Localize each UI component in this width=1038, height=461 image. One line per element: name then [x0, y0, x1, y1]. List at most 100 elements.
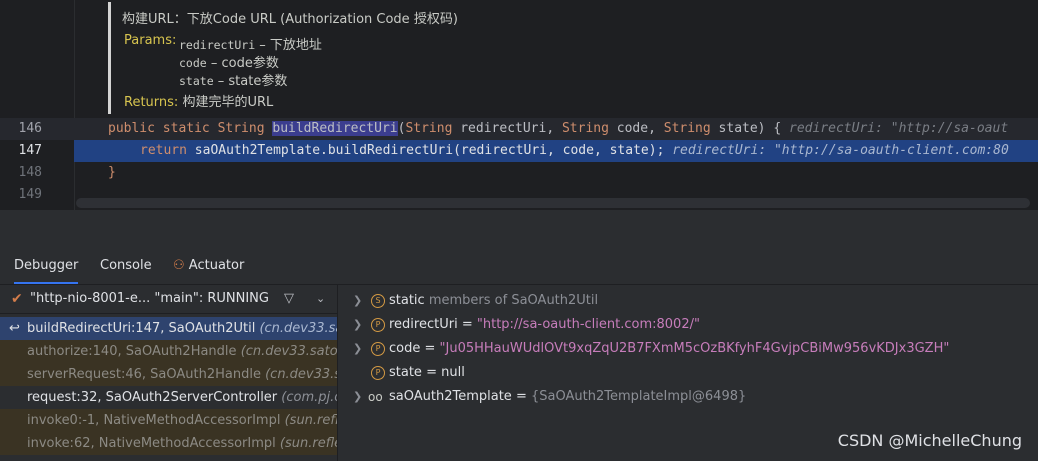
variable-row[interactable]: ❯ oo saOAuth2Template = {SaOAuth2Templat… — [338, 385, 1038, 409]
variable-name: code — [389, 341, 421, 356]
javadoc-popup: 构建URL：下放Code URL (Authorization Code 授权码… — [108, 2, 671, 114]
code-editor[interactable]: 构建URL：下放Code URL (Authorization Code 授权码… — [0, 0, 1038, 210]
actuator-icon: ⚇ — [173, 258, 185, 273]
params-label: Params: — [124, 33, 177, 48]
stack-frame[interactable]: invoke0:-1, NativeMethodAccessorImpl (su… — [0, 409, 337, 432]
tab-console[interactable]: Console — [100, 248, 152, 284]
keyword: String — [561, 121, 609, 136]
inline-value-hint: redirectUri: "http://sa-oaut — [789, 121, 1009, 136]
equals: = — [457, 317, 477, 332]
watermark: CSDN @MichelleChung — [837, 431, 1022, 450]
frame-name: serverRequest:46, SaOAuth2Handle — [27, 367, 261, 382]
variable-row[interactable]: P state = null — [338, 361, 1038, 385]
line-number: 147 — [18, 143, 42, 158]
param-text: state) { — [710, 121, 782, 136]
chevron-right-icon[interactable]: ❯ — [353, 313, 362, 337]
stack-frame[interactable]: request:32, SaOAuth2ServerController (co… — [0, 386, 337, 409]
inline-value-hint: redirectUri: "http://sa-oauth-client.com… — [672, 143, 1009, 158]
returns-label: Returns: — [124, 95, 179, 110]
stack-frame[interactable]: invoke:62, NativeMethodAccessorImpl (sun… — [0, 432, 337, 455]
variable-name: state — [389, 365, 422, 380]
return-arrow-icon: ↩ — [9, 321, 20, 336]
active-tab-underline — [14, 282, 79, 284]
code-text: public static String buildRedirectUri(St… — [108, 118, 1008, 140]
frame-name: authorize:140, SaOAuth2Handle — [27, 344, 237, 359]
variable-name: saOAuth2Template — [389, 389, 512, 404]
editor-panel-gap — [0, 210, 1038, 248]
param-desc: – 下放地址 — [255, 38, 322, 53]
tab-label: Debugger — [14, 258, 79, 273]
doc-param-1: redirectUri – 下放地址 — [179, 34, 322, 53]
chevron-right-icon[interactable]: ❯ — [353, 289, 362, 313]
param-desc: – code参数 — [206, 56, 279, 71]
equals: = — [421, 365, 442, 380]
checkmark-icon: ✔ — [11, 291, 23, 307]
tab-actuator[interactable]: ⚇ Actuator — [173, 248, 244, 284]
tab-debugger[interactable]: Debugger — [14, 248, 79, 284]
doc-param-2: code – code参数 — [179, 52, 279, 71]
equals: = — [420, 341, 440, 356]
equals: = — [511, 389, 531, 404]
param-name: state — [179, 74, 214, 88]
parameter-icon: P — [371, 366, 385, 380]
frame-package: (cn.dev33.sato — [265, 367, 337, 382]
frame-package: (cn.dev33.satok — [259, 321, 337, 336]
line-number: 149 — [18, 187, 42, 202]
code-line-147[interactable]: 147 return saOAuth2Template.buildRedirec… — [0, 140, 1038, 162]
frame-name: request:32, SaOAuth2ServerController — [27, 390, 278, 405]
variable-row[interactable]: ❯ S static members of SaOAuth2Util — [338, 289, 1038, 313]
frame-package: (sun.reflect — [279, 436, 337, 451]
stack-frame[interactable]: ↩ buildRedirectUri:147, SaOAuth2Util (cn… — [0, 317, 337, 340]
doc-params-label: Params: — [124, 33, 176, 48]
variable-value: {SaOAuth2TemplateImpl@6498} — [530, 389, 747, 404]
doc-summary: 构建URL：下放Code URL (Authorization Code 授权码… — [122, 12, 458, 27]
stack-frame[interactable]: authorize:140, SaOAuth2Handle (cn.dev33.… — [0, 340, 337, 363]
variable-value: null — [441, 365, 465, 380]
frame-name: invoke0:-1, NativeMethodAccessorImpl — [27, 413, 281, 428]
variable-row[interactable]: ❯ P code = "Ju05HHauWUdlOVt9xqZqU2B7FXmM… — [338, 337, 1038, 361]
tool-window-tabs: Debugger Console ⚇ Actuator — [0, 248, 1038, 285]
variable-row[interactable]: ❯ P redirectUri = "http://sa-oauth-clien… — [338, 313, 1038, 337]
keyword: String — [663, 121, 711, 136]
code-line-146[interactable]: 146 public static String buildRedirectUr… — [0, 118, 1038, 140]
doc-param-3: state – state参数 — [179, 70, 287, 89]
variable-desc: members of SaOAuth2Util — [424, 293, 599, 308]
chevron-right-icon[interactable]: ❯ — [353, 385, 362, 409]
line-number: 146 — [18, 121, 42, 136]
keyword: return — [140, 143, 195, 158]
keyword: String — [405, 121, 453, 136]
frames-panel: ✔ "http-nio-8001-e... "main": RUNNING ▽ … — [0, 285, 338, 461]
call-text: saOAuth2Template.buildRedirectUri(redire… — [194, 143, 665, 158]
method-name: buildRedirectUri — [272, 121, 398, 136]
stack-frame[interactable]: serverRequest:46, SaOAuth2Handle (cn.dev… — [0, 363, 337, 386]
watch-glasses-icon: oo — [368, 390, 383, 404]
frame-package: (com.pj.oau — [281, 390, 337, 405]
frame-name: buildRedirectUri:147, SaOAuth2Util — [27, 321, 256, 336]
variable-name: static — [389, 293, 425, 308]
horizontal-scrollbar[interactable] — [76, 198, 1030, 208]
parameter-icon: P — [371, 342, 385, 356]
returns-desc: 构建完毕的URL — [182, 95, 274, 110]
variable-value: "Ju05HHauWUdlOVt9xqZqU2B7FXmM5cOzBKfyhF4… — [439, 341, 950, 356]
tab-label: Console — [100, 258, 152, 273]
code-text: return saOAuth2Template.buildRedirectUri… — [140, 140, 1009, 162]
param-desc: – state参数 — [213, 74, 288, 89]
thread-label: "http-nio-8001-e... "main": RUNNING — [30, 291, 269, 306]
thread-selector[interactable]: ✔ "http-nio-8001-e... "main": RUNNING ▽ … — [0, 285, 337, 314]
doc-returns: Returns: 构建完毕的URL — [124, 91, 273, 110]
code-line-148[interactable]: 148 } — [0, 162, 1038, 184]
code-text: } — [108, 165, 116, 180]
param-text: code, — [608, 121, 664, 136]
chevron-down-icon[interactable]: ⌄ — [316, 285, 325, 313]
param-text: redirectUri, — [452, 121, 562, 136]
line-number: 148 — [18, 165, 42, 180]
variable-value: "http://sa-oauth-client.com:8002/" — [476, 317, 700, 332]
variable-name: redirectUri — [389, 317, 458, 332]
param-name: code — [179, 56, 207, 70]
keyword: String — [217, 121, 273, 136]
frame-package: (sun.reflec — [284, 413, 337, 428]
tab-label: Actuator — [188, 258, 245, 273]
chevron-right-icon[interactable]: ❯ — [353, 337, 362, 361]
static-icon: S — [371, 294, 385, 308]
filter-icon[interactable]: ▽ — [284, 285, 294, 313]
